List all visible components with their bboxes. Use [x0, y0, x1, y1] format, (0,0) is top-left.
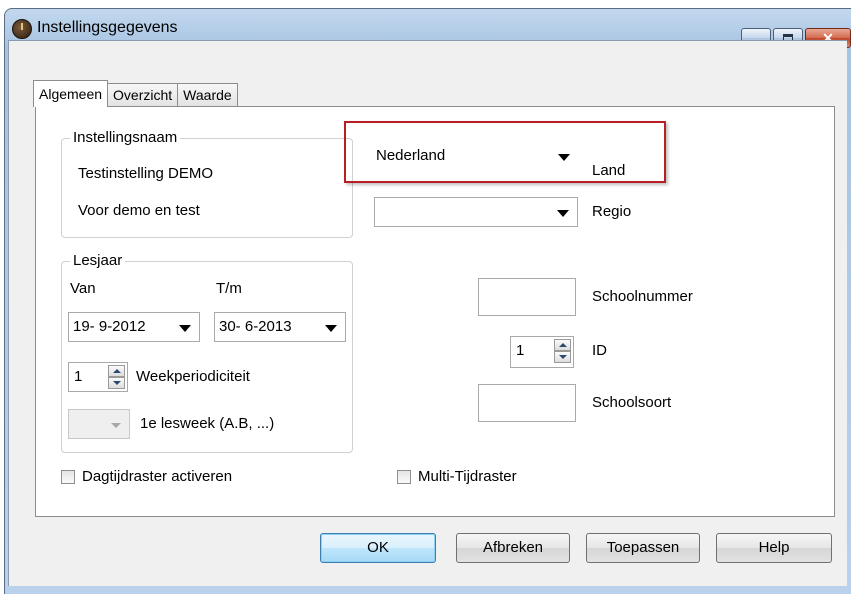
title-bar[interactable]: Instellingsgegevens: [5, 9, 851, 43]
arrow-down-icon: [558, 355, 567, 359]
dagtijdraster-label: Dagtijdraster activeren: [82, 468, 233, 485]
lesjaar-group-title: Lesjaar: [70, 252, 126, 269]
window-title: Instellingsgegevens: [37, 19, 178, 36]
lesweek-label: 1e lesweek (A.B, ...): [140, 415, 275, 432]
van-label: Van: [70, 280, 96, 297]
tab-strip: Algemeen Overzicht Waarde: [33, 80, 238, 107]
annotation-highlight-box: [344, 121, 666, 183]
chevron-down-icon: [325, 325, 337, 332]
id-spinner[interactable]: 1: [510, 336, 574, 368]
regio-label: Regio: [592, 203, 632, 220]
ok-button[interactable]: OK: [320, 533, 436, 563]
weekperiodiciteit-label: Weekperiodiciteit: [136, 368, 250, 385]
lesweek-dropdown[interactable]: [68, 409, 130, 439]
arrow-down-icon: [112, 381, 121, 385]
dagtijdraster-checkbox[interactable]: [61, 470, 75, 484]
arrow-up-icon: [112, 369, 121, 373]
weekperiodiciteit-value: 1: [74, 368, 83, 385]
afbreken-button[interactable]: Afbreken: [456, 533, 570, 563]
chevron-down-icon: [557, 210, 569, 217]
tab-waarde[interactable]: Waarde: [177, 83, 238, 106]
tm-date-value: 30- 6-2013: [219, 318, 292, 335]
instelling-name-text: Testinstelling DEMO: [78, 165, 214, 182]
spin-down-button[interactable]: [554, 351, 571, 363]
tm-label: T/m: [216, 280, 242, 297]
spinner-buttons: [108, 365, 125, 389]
van-date-picker[interactable]: 19- 9-2012: [68, 312, 200, 342]
spin-up-button[interactable]: [108, 365, 125, 377]
weekperiodiciteit-spinner[interactable]: 1: [68, 362, 128, 392]
schoolnummer-label: Schoolnummer: [592, 288, 693, 305]
arrow-up-icon: [558, 343, 567, 347]
chevron-down-icon: [111, 423, 121, 428]
toepassen-button[interactable]: Toepassen: [586, 533, 700, 563]
instellingsnaam-group-title: Instellingsnaam: [70, 129, 181, 146]
tab-algemeen[interactable]: Algemeen: [33, 80, 109, 107]
spinner-buttons: [554, 339, 571, 363]
clock-app-icon: [12, 19, 32, 39]
spin-up-button[interactable]: [554, 339, 571, 351]
schoolsoort-input[interactable]: [478, 384, 576, 422]
id-value: 1: [516, 342, 525, 359]
tm-date-picker[interactable]: 30- 6-2013: [214, 312, 346, 342]
help-button[interactable]: Help: [716, 533, 832, 563]
instellingsnaam-group: Instellingsnaam: [61, 129, 353, 238]
schoolsoort-label: Schoolsoort: [592, 394, 672, 411]
van-date-value: 19- 9-2012: [73, 318, 146, 335]
chevron-down-icon: [179, 325, 191, 332]
instelling-description-text: Voor demo en test: [78, 202, 200, 219]
id-label: ID: [592, 342, 607, 359]
multi-tijdraster-checkbox[interactable]: [397, 470, 411, 484]
multi-tijdraster-label: Multi-Tijdraster: [418, 468, 517, 485]
spin-down-button[interactable]: [108, 377, 125, 389]
tab-overzicht[interactable]: Overzicht: [107, 83, 179, 106]
schoolnummer-input[interactable]: [478, 278, 576, 316]
regio-dropdown[interactable]: [374, 197, 578, 227]
